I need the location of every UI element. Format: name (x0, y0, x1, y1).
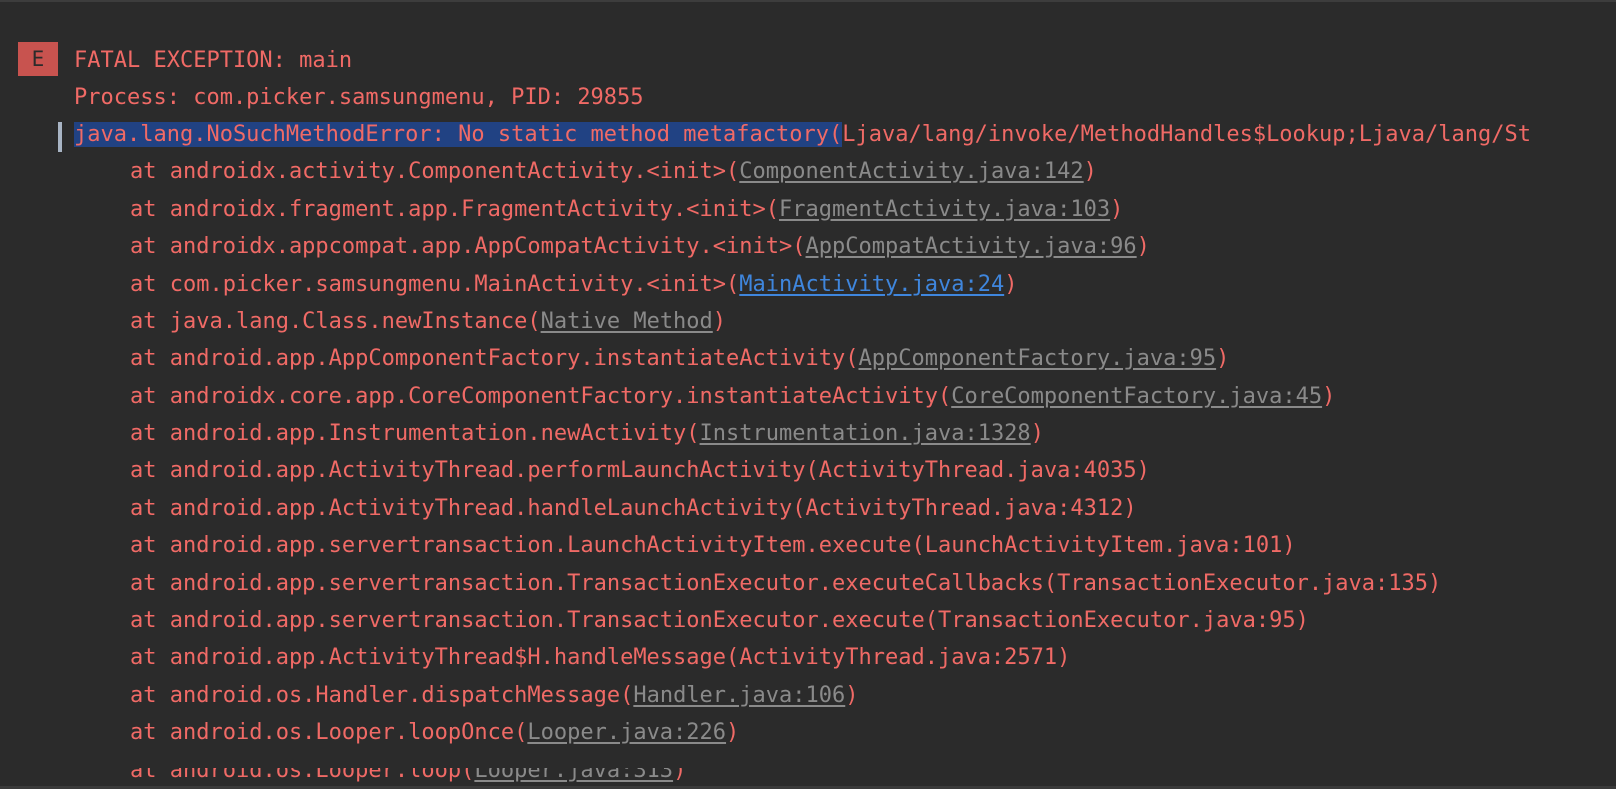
frame-tail: ) (673, 768, 687, 783)
source-link[interactable]: ComponentActivity.java:142 (739, 159, 1083, 184)
stack-frame[interactable]: at androidx.activity.ComponentActivity.<… (130, 157, 1097, 187)
frame-tail: ) (1322, 384, 1336, 409)
stack-frame[interactable]: at com.picker.samsungmenu.MainActivity.<… (130, 270, 1017, 300)
stack-frame[interactable]: at android.app.servertransaction.LaunchA… (130, 531, 1296, 561)
frame-call: at androidx.appcompat.app.AppCompatActiv… (130, 234, 806, 259)
stack-frame[interactable]: at java.lang.Class.newInstance(Native Me… (130, 307, 726, 337)
frame-tail: ) (1110, 197, 1124, 222)
frame-tail: ) (1216, 346, 1230, 371)
stack-frame[interactable]: at androidx.fragment.app.FragmentActivit… (130, 195, 1123, 225)
source-link[interactable]: Looper.java:313 (474, 768, 673, 783)
frame-call: at java.lang.Class.newInstance( (130, 309, 541, 334)
stack-frame[interactable]: at androidx.core.app.CoreComponentFactor… (130, 382, 1335, 412)
fatal-exception-header[interactable]: FATAL EXCEPTION: main (74, 46, 352, 76)
stack-frame[interactable]: at android.os.Handler.dispatchMessage(Ha… (130, 681, 859, 711)
frame-call: at android.app.AppComponentFactory.insta… (130, 346, 859, 371)
error-message-line[interactable]: java.lang.NoSuchMethodError: No static m… (74, 120, 1531, 150)
stack-frame[interactable]: at android.app.servertransaction.Transac… (130, 569, 1441, 599)
frame-tail: ) (1136, 234, 1150, 259)
frame-call: at android.os.Looper.loop( (130, 768, 475, 783)
selected-text[interactable]: java.lang.NoSuchMethodError: No static m… (74, 122, 843, 147)
logcat-console[interactable]: E FATAL EXCEPTION: main Process: com.pic… (0, 0, 1616, 789)
frame-call: at android.os.Looper.loopOnce( (130, 720, 528, 745)
stack-frame-partial[interactable]: at android.os.Looper.loop(Looper.java:31… (130, 768, 686, 786)
stack-frame[interactable]: at android.app.ActivityThread.performLau… (130, 456, 1150, 486)
stack-frame[interactable]: at android.app.servertransaction.Transac… (130, 606, 1309, 636)
frame-tail: ) (845, 683, 859, 708)
frame-tail: ) (712, 309, 727, 334)
frame-call: at android.os.Handler.dispatchMessage( (130, 683, 634, 708)
frame-call: at androidx.core.app.CoreComponentFactor… (130, 384, 952, 409)
stack-frame[interactable]: at android.app.ActivityThread$H.handleMe… (130, 643, 1070, 673)
error-level-badge: E (18, 42, 58, 76)
stack-frame[interactable]: at androidx.appcompat.app.AppCompatActiv… (130, 232, 1150, 262)
selection-gutter-marker (58, 122, 62, 152)
source-link[interactable]: CoreComponentFactory.java:45 (951, 384, 1322, 409)
stack-frame[interactable]: at android.os.Looper.loopOnce(Looper.jav… (130, 718, 739, 748)
source-link[interactable]: AppCompatActivity.java:96 (806, 234, 1137, 259)
source-link[interactable]: Looper.java:226 (527, 720, 726, 745)
stack-frame[interactable]: at android.app.ActivityThread.handleLaun… (130, 494, 1137, 524)
source-link[interactable]: Handler.java:106 (633, 683, 845, 708)
source-link[interactable]: FragmentActivity.java:103 (779, 197, 1110, 222)
error-message-rest: Ljava/lang/invoke/MethodHandles$Lookup;L… (842, 122, 1531, 147)
frame-tail: ) (1083, 159, 1097, 184)
frame-tail: ) (1004, 272, 1018, 297)
process-info-line[interactable]: Process: com.picker.samsungmenu, PID: 29… (74, 83, 644, 113)
frame-tail: ) (726, 720, 740, 745)
source-link-main-activity[interactable]: MainActivity.java:24 (739, 272, 1004, 297)
stack-frame[interactable]: at android.app.AppComponentFactory.insta… (130, 344, 1229, 374)
frame-call: at androidx.activity.ComponentActivity.<… (130, 159, 740, 184)
source-link[interactable]: Instrumentation.java:1328 (700, 421, 1031, 446)
frame-call: at android.app.Instrumentation.newActivi… (130, 421, 700, 446)
frame-call: at androidx.fragment.app.FragmentActivit… (130, 197, 780, 222)
source-link[interactable]: Native Method (541, 309, 713, 334)
source-link[interactable]: AppComponentFactory.java:95 (858, 346, 1216, 371)
frame-call: at com.picker.samsungmenu.MainActivity.<… (130, 272, 740, 297)
frame-tail: ) (1030, 421, 1044, 446)
stack-frame[interactable]: at android.app.Instrumentation.newActivi… (130, 419, 1044, 449)
